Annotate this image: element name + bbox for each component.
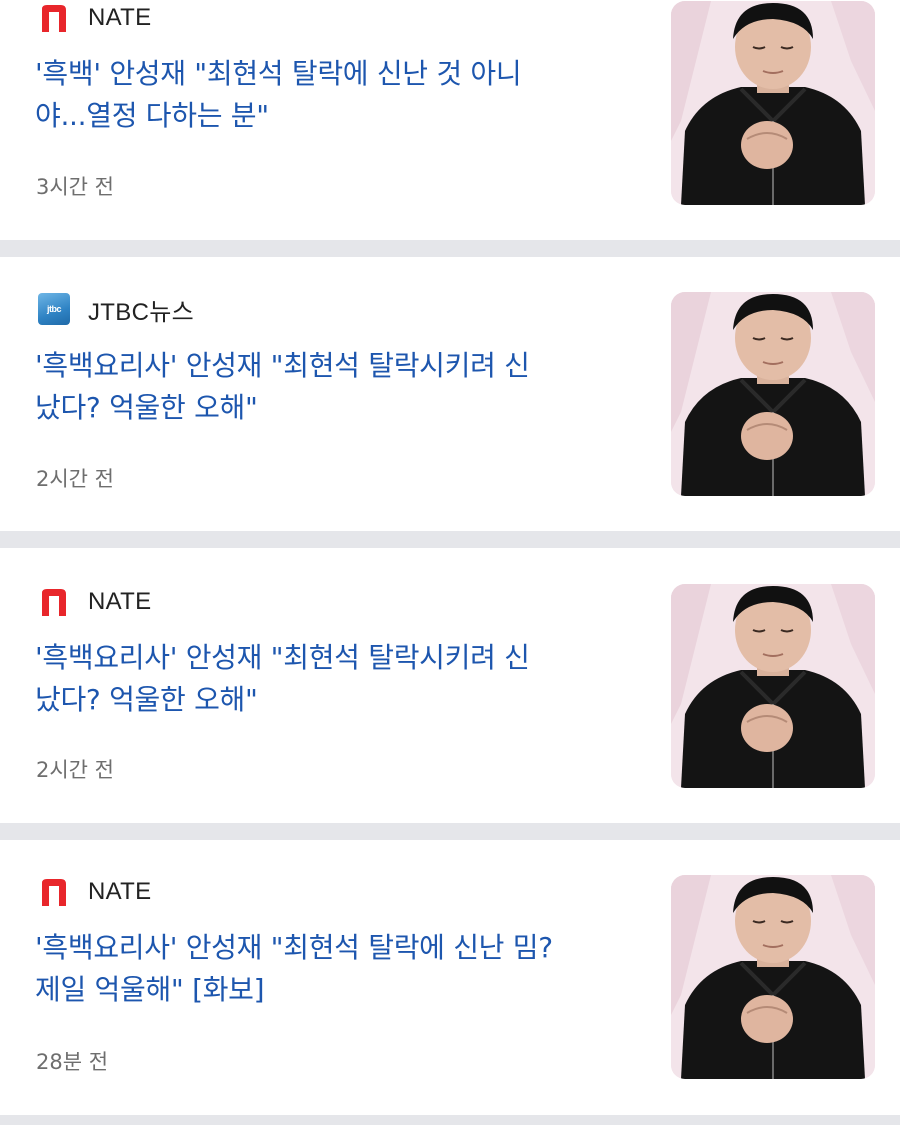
- news-source: NATE: [38, 874, 151, 910]
- published-time: 3시간 전: [36, 175, 114, 199]
- news-source: NATE: [38, 0, 151, 36]
- jtbc-logo-icon: jtbc: [38, 293, 70, 325]
- source-name: NATE: [88, 588, 152, 615]
- headline-line: '흑백' 안성재 "최현석 탈락에 신난 것 아니: [35, 57, 522, 90]
- news-source: NATE: [38, 584, 151, 620]
- headline-link[interactable]: '흑백요리사' 안성재 "최현석 탈락에 신난 밈? 제일 억울해" [화보]: [35, 927, 635, 1011]
- headline-line: 났다? 억울한 오해": [35, 683, 258, 716]
- nate-logo-icon: [38, 2, 70, 34]
- nate-logo-icon: [38, 876, 70, 908]
- headline-line: 제일 억울해" [화보]: [35, 973, 265, 1006]
- source-name: JTBC뉴스: [88, 298, 194, 326]
- headline-line: '흑백요리사' 안성재 "최현석 탈락에 신난 밈?: [35, 931, 553, 964]
- news-feed: NATE '흑백' 안성재 "최현석 탈락에 신난 것 아니 야...열정 다하…: [0, 0, 900, 1125]
- thumbnail-image[interactable]: [671, 292, 875, 496]
- published-time: 28분 전: [36, 1050, 109, 1074]
- thumbnail-image[interactable]: [671, 584, 875, 788]
- nate-logo-icon: [38, 586, 70, 618]
- news-card[interactable]: jtbc JTBC뉴스 '흑백요리사' 안성재 "최현석 탈락시키려 신 났다?…: [0, 257, 900, 497]
- thumbnail-image[interactable]: [671, 1, 875, 205]
- card-separator: [0, 1115, 900, 1125]
- card-separator: [0, 823, 900, 840]
- news-card[interactable]: NATE '흑백' 안성재 "최현석 탈락에 신난 것 아니 야...열정 다하…: [0, 0, 900, 240]
- headline-link[interactable]: '흑백요리사' 안성재 "최현석 탈락시키려 신 났다? 억울한 오해": [35, 637, 635, 721]
- source-name: NATE: [88, 4, 152, 31]
- headline-line: 야...열정 다하는 분": [35, 99, 269, 132]
- published-time: 2시간 전: [36, 467, 114, 491]
- news-card[interactable]: NATE '흑백요리사' 안성재 "최현석 탈락에 신난 밈? 제일 억울해" …: [0, 840, 900, 1080]
- thumbnail-image[interactable]: [671, 875, 875, 1079]
- published-time: 2시간 전: [36, 758, 114, 782]
- card-separator: [0, 531, 900, 548]
- news-source: jtbc JTBC뉴스: [38, 291, 194, 327]
- news-card[interactable]: NATE '흑백요리사' 안성재 "최현석 탈락시키려 신 났다? 억울한 오해…: [0, 548, 900, 788]
- headline-link[interactable]: '흑백' 안성재 "최현석 탈락에 신난 것 아니 야...열정 다하는 분": [35, 53, 635, 137]
- headline-link[interactable]: '흑백요리사' 안성재 "최현석 탈락시키려 신 났다? 억울한 오해": [35, 345, 635, 429]
- headline-line: '흑백요리사' 안성재 "최현석 탈락시키려 신: [35, 641, 530, 674]
- headline-line: '흑백요리사' 안성재 "최현석 탈락시키려 신: [35, 349, 530, 382]
- source-name: NATE: [88, 878, 152, 905]
- card-separator: [0, 240, 900, 257]
- headline-line: 났다? 억울한 오해": [35, 391, 258, 424]
